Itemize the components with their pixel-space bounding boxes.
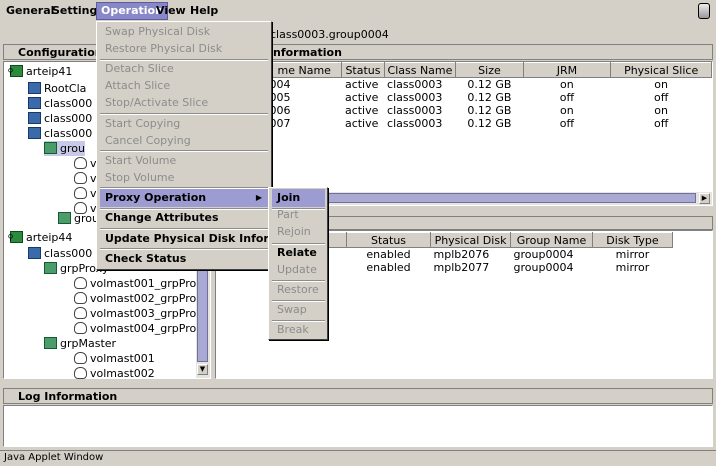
submenu-item-swap[interactable]: Swap — [272, 301, 307, 319]
group-icon — [44, 337, 57, 349]
col-status[interactable]: Status — [346, 232, 431, 248]
menu-item-check-status[interactable]: Check Status — [100, 250, 186, 268]
submenu-item-break[interactable]: Break — [272, 321, 309, 339]
table-row[interactable]: 004 active class0003 0.12 GB on on — [267, 78, 712, 91]
tree-node-volume[interactable]: volmast003_grpProxy — [74, 306, 209, 321]
tree-node-rootclass[interactable]: RootCla — [28, 81, 86, 96]
volume-icon — [74, 307, 87, 319]
menu-bar: General Settings Operation View Help — [0, 0, 716, 22]
collapse-toggle[interactable]: ⚲ — [6, 68, 15, 77]
tree-node-arteip44[interactable]: arteip44 — [10, 230, 72, 245]
class-icon — [28, 112, 41, 124]
tree-node-arteip41[interactable]: arteip41 — [10, 64, 72, 79]
col-jrm[interactable]: JRM — [522, 62, 612, 78]
submenu-item-join[interactable]: Join — [272, 189, 325, 207]
volume-icon — [74, 277, 87, 289]
col-class-name[interactable]: Class Name — [383, 62, 457, 78]
proxy-operation-submenu: Join Part Rejoin Relate Update Restore S… — [268, 187, 328, 340]
tree-node-volume[interactable]: volmast001 — [74, 351, 155, 366]
group-icon — [44, 262, 57, 274]
selected-path: class0003.group0004 — [270, 28, 389, 41]
col-group-name[interactable]: Group Name — [510, 232, 593, 248]
group-icon — [58, 212, 71, 224]
status-bar: Java Applet Window — [0, 450, 716, 466]
volume-icon — [74, 157, 87, 169]
menu-item-start-volume[interactable]: Start Volume — [100, 152, 176, 170]
collapse-toggle[interactable]: ⚲ — [6, 234, 15, 243]
volume-icon — [74, 292, 87, 304]
tree-node-class[interactable]: class000 — [28, 111, 92, 126]
submenu-item-rejoin[interactable]: Rejoin — [272, 223, 311, 241]
submenu-item-relate[interactable]: Relate — [272, 244, 317, 262]
menu-item-detach-slice[interactable]: Detach Slice — [100, 60, 174, 78]
tree-node-class[interactable]: class000 — [28, 246, 92, 261]
tree-node-class[interactable]: class000 — [28, 126, 92, 141]
table-row[interactable]: 006 active class0003 0.12 GB on on — [267, 104, 712, 117]
col-physical-slice[interactable]: Physical Slice — [610, 62, 712, 78]
scroll-thumb[interactable] — [276, 193, 696, 203]
volume-table-panel: me Name Status Class Name Size JRM Physi… — [215, 61, 713, 206]
menu-item-start-copying[interactable]: Start Copying — [100, 115, 180, 133]
tree-node-group[interactable]: grou — [58, 211, 99, 226]
volume-icon — [74, 187, 87, 199]
menu-item-restore-physical-disk[interactable]: Restore Physical Disk — [100, 40, 222, 58]
volume-icon — [74, 367, 87, 379]
tree-node-grpmaster[interactable]: grpMaster — [44, 336, 116, 351]
volume-icon — [74, 322, 87, 334]
menu-item-stop-activate-slice[interactable]: Stop/Activate Slice — [100, 94, 208, 112]
col-size[interactable]: Size — [455, 62, 524, 78]
menu-item-cancel-copying[interactable]: Cancel Copying — [100, 132, 191, 150]
tree-node-volume[interactable]: volmast001_grpProxy — [74, 276, 209, 291]
scroll-down-button[interactable]: ▼ — [197, 364, 208, 375]
scroll-right-button[interactable]: ▶ — [699, 193, 710, 204]
col-disk-type[interactable]: Disk Type — [592, 232, 673, 248]
menu-item-attach-slice[interactable]: Attach Slice — [100, 77, 170, 95]
submenu-arrow-icon: ▶ — [255, 193, 262, 202]
table-row[interactable]: 007 active class0003 0.12 GB off off — [267, 117, 712, 130]
table-row[interactable]: 005 active class0003 0.12 GB off off — [267, 91, 712, 104]
submenu-item-part[interactable]: Part — [272, 206, 299, 224]
operation-menu: Swap Physical Disk Restore Physical Disk… — [96, 21, 312, 270]
menu-item-stop-volume[interactable]: Stop Volume — [100, 169, 174, 187]
col-volume-name[interactable]: me Name — [265, 62, 343, 78]
tree-node-volume[interactable]: volmast004_grpProxy — [74, 321, 209, 336]
tree-node-group-selected[interactable]: grou — [44, 141, 85, 156]
submenu-item-update[interactable]: Update — [272, 261, 317, 279]
volume-table: me Name Status Class Name Size JRM Physi… — [265, 62, 712, 130]
menu-item-swap-physical-disk[interactable]: Swap Physical Disk — [100, 23, 210, 41]
group-icon — [44, 142, 57, 154]
log-info-title: Log Information — [3, 388, 713, 404]
tree-node-volume[interactable]: volmast002_grpProxy — [74, 291, 209, 306]
class-icon — [28, 82, 41, 94]
volume-icon — [74, 172, 87, 184]
col-status[interactable]: Status — [341, 62, 385, 78]
submenu-item-restore[interactable]: Restore — [272, 281, 319, 299]
trash-icon[interactable] — [698, 3, 710, 19]
menu-help[interactable]: Help — [186, 2, 222, 20]
menu-item-change-attributes[interactable]: Change Attributes — [100, 209, 219, 227]
volume-icon — [74, 352, 87, 364]
volume-info-title: nformation — [270, 44, 713, 60]
class-icon — [28, 97, 41, 109]
col-physical-disk[interactable]: Physical Disk — [430, 232, 511, 248]
menu-item-proxy-operation[interactable]: Proxy Operation ▶ — [100, 189, 268, 207]
tree-node-volume[interactable]: volmast002 — [74, 366, 155, 381]
log-panel — [3, 405, 713, 447]
class-icon — [28, 127, 41, 139]
tree-node-class[interactable]: class000 — [28, 96, 92, 111]
menu-view[interactable]: View — [152, 2, 190, 20]
class-icon — [28, 247, 41, 259]
